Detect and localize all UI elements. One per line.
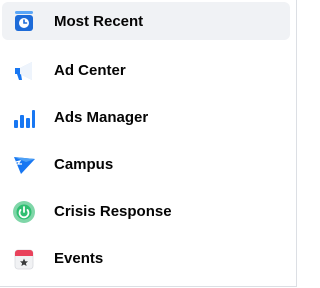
menu-item-events[interactable]: Events	[0, 235, 296, 282]
menu-item-label: Most Recent	[54, 12, 144, 30]
menu-item-ads-manager[interactable]: Ads Manager	[0, 94, 296, 141]
menu-item-crisis-response[interactable]: Crisis Response	[0, 188, 296, 235]
menu-item-ad-center[interactable]: Ad Center	[0, 47, 296, 94]
calendar-star-icon	[14, 249, 34, 269]
menu-item-label: Campus	[54, 156, 114, 173]
most-recent-clock-icon	[15, 11, 33, 31]
megaphone-icon	[15, 61, 32, 80]
menu-item-label: Crisis Response	[54, 203, 172, 220]
menu-item-label: Ads Manager	[54, 109, 149, 126]
menu-item-most-recent[interactable]: Most Recent	[2, 2, 290, 40]
menu-item-label: Events	[54, 250, 104, 267]
campus-pennant-icon	[14, 156, 35, 174]
crisis-response-icon	[13, 200, 35, 223]
menu-item-campus[interactable]: Campus	[0, 141, 296, 188]
menu-item-label: Ad Center	[54, 62, 126, 79]
shortcuts-menu: Most Recent Ad Center Ads Manager Campus	[0, 0, 297, 287]
bar-chart-icon	[14, 109, 35, 128]
